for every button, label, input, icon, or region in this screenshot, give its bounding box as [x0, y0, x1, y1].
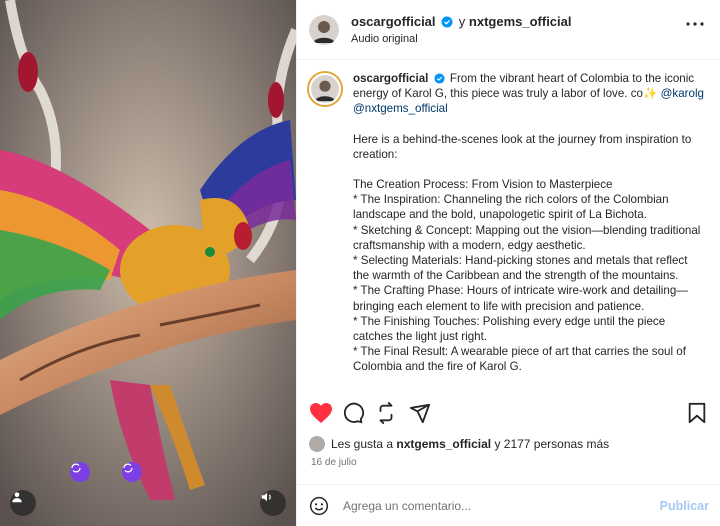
sync-icon	[123, 463, 133, 473]
avatar[interactable]	[309, 14, 339, 45]
caption-line: * Sketching & Concept: Mapping out the v…	[353, 223, 701, 252]
audio-label[interactable]: Audio original	[351, 33, 572, 45]
bookmark-icon[interactable]	[687, 402, 707, 424]
verified-icon	[441, 16, 453, 28]
post-date[interactable]: 16 de julio	[311, 457, 357, 468]
caption-line: The Creation Process: From Vision to Mas…	[353, 178, 613, 192]
caption-text: oscargofficial From the vibrant heart of…	[353, 71, 705, 375]
collab-tag-bubble[interactable]	[70, 462, 90, 482]
action-bar	[309, 400, 709, 428]
heart-icon[interactable]	[309, 402, 333, 424]
post-header: oscargofficial y nxtgems_official Audio …	[297, 0, 720, 60]
likes-prefix: Les gusta a	[331, 437, 394, 451]
caption-line: Here is a behind-the-scenes look at the …	[353, 132, 692, 161]
likes-summary[interactable]: Les gusta a nxtgems_official y 2177 pers…	[309, 436, 609, 452]
caption-line: * The Inspiration: Channeling the rich c…	[353, 193, 669, 222]
mention-link[interactable]: @karolg	[661, 87, 704, 100]
mention-link[interactable]: @nxtgems_official	[353, 102, 448, 115]
share-icon[interactable]	[375, 402, 397, 424]
liker-avatar	[309, 436, 325, 452]
tagged-users-button[interactable]	[10, 490, 36, 516]
caption-line: * The Crafting Phase: Hours of intricate…	[353, 284, 688, 313]
liker-username[interactable]: nxtgems_official	[396, 437, 491, 451]
send-icon[interactable]	[409, 402, 431, 424]
comment-icon[interactable]	[342, 402, 364, 424]
coauthor-username[interactable]: nxtgems_official	[469, 14, 572, 29]
jewelry-image	[0, 0, 296, 526]
post-panel: oscargofficial y nxtgems_official Audio …	[296, 0, 720, 526]
more-icon[interactable]	[686, 22, 704, 26]
caption-username[interactable]: oscargofficial	[353, 72, 428, 85]
speaker-icon	[261, 492, 271, 502]
sync-icon	[71, 463, 81, 473]
author-username[interactable]: oscargofficial	[351, 14, 436, 29]
audio-toggle-button[interactable]	[260, 490, 286, 516]
collab-tag-bubble[interactable]	[122, 462, 142, 482]
caption-avatar[interactable]	[309, 73, 341, 105]
user-tag-icon	[12, 492, 22, 503]
emoji-icon[interactable]	[309, 496, 329, 516]
post-media[interactable]	[0, 0, 296, 526]
caption-line: * Selecting Materials: Hand-picking ston…	[353, 254, 688, 283]
publish-button[interactable]: Publicar	[660, 499, 709, 513]
caption: oscargofficial From the vibrant heart of…	[297, 61, 720, 389]
comment-input[interactable]	[343, 498, 652, 513]
caption-line: * The Final Result: A wearable piece of …	[353, 345, 686, 374]
likes-suffix[interactable]: y 2177 personas más	[494, 437, 609, 451]
comment-bar: Publicar	[297, 484, 720, 526]
header-conjunction: y	[458, 14, 466, 29]
verified-icon	[434, 73, 445, 84]
caption-line: * The Finishing Touches: Polishing every…	[353, 314, 666, 344]
header-names: oscargofficial y nxtgems_official	[351, 14, 572, 29]
